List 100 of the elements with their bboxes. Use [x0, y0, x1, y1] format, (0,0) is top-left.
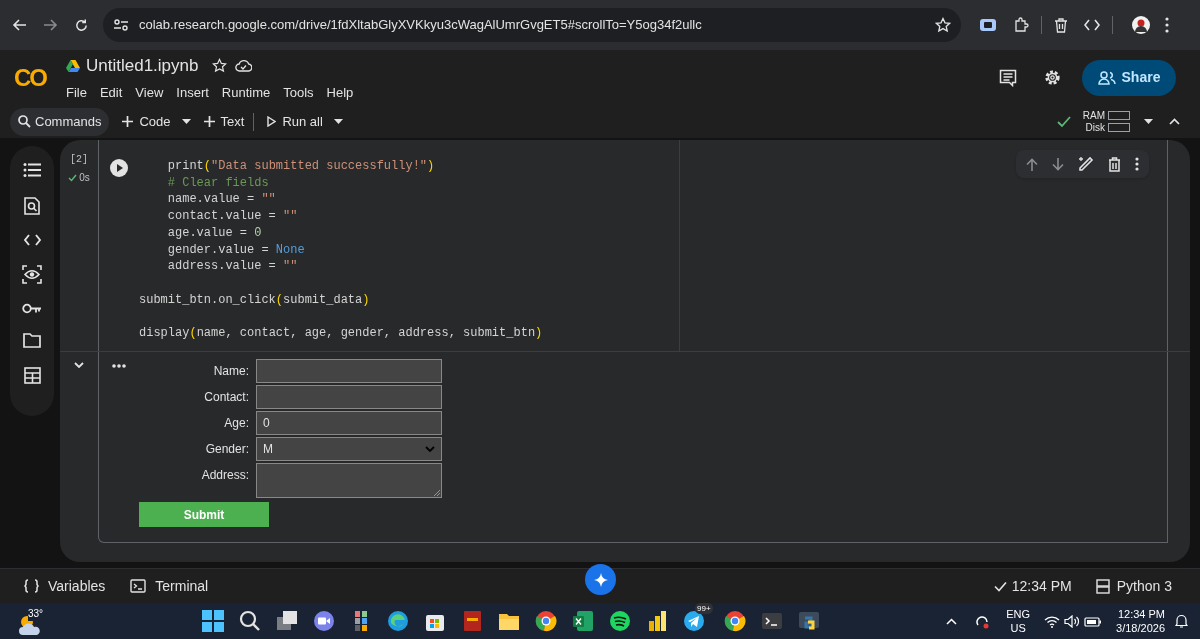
settings-icon[interactable] [1043, 68, 1062, 87]
run-cell-icon[interactable] [110, 159, 128, 177]
extensions-icon[interactable] [1013, 17, 1029, 33]
resources-meter[interactable]: RAM Disk [1082, 109, 1130, 134]
notification-bell-icon[interactable] [1175, 614, 1188, 628]
ram-label: RAM [1082, 109, 1105, 122]
variables-button[interactable]: Variables [24, 575, 106, 597]
start-icon[interactable] [202, 610, 224, 632]
field-label: Age: [223, 415, 249, 432]
url-text: colab.research.google.com/drive/1fdXltabGlyXVKkyu3cWagAlUmrGvgET5#scrollTo=Y5og34f2ullc [139, 16, 702, 35]
input-field[interactable]: 0 [256, 411, 442, 435]
back-icon[interactable] [12, 17, 28, 33]
caret-icon[interactable] [1144, 119, 1153, 124]
more-icon[interactable] [1135, 157, 1139, 171]
address-bar[interactable]: colab.research.google.com/drive/1fdXltabGlyXVKkyu3cWagAlUmrGvgET5#scrollTo=Y5og34f2ullc [103, 8, 961, 42]
field-label: Gender: [204, 441, 249, 458]
clock-time[interactable]: 12:34 PM [1117, 607, 1165, 621]
input-field[interactable] [256, 359, 442, 383]
code-snippets-icon[interactable] [23, 234, 41, 246]
execution-count: [2] [70, 153, 88, 167]
plus-icon [122, 116, 134, 127]
task-view-icon[interactable] [276, 610, 298, 632]
meet-app-icon[interactable] [313, 610, 335, 632]
play-icon [267, 116, 277, 127]
chevron-down-icon [425, 446, 435, 452]
table-icon[interactable] [23, 367, 41, 384]
execution-status-time[interactable]: 12:34 PM [1011, 575, 1072, 597]
commands-button[interactable]: Commands [10, 107, 110, 136]
caret-icon[interactable] [333, 119, 343, 124]
menu-item[interactable]: Tools [283, 82, 314, 102]
disk-label: Disk [1085, 121, 1105, 134]
output-actions-icon[interactable] [112, 364, 126, 368]
gender-dropdown[interactable]: M [256, 437, 442, 461]
bookmark-star-icon[interactable] [935, 17, 951, 33]
resize-handle-icon[interactable] [434, 490, 440, 496]
collapse-output-icon[interactable] [74, 362, 84, 368]
menu-item[interactable]: File [66, 82, 87, 102]
search-icon[interactable] [239, 610, 261, 632]
chevron-up-icon[interactable] [946, 617, 958, 625]
python-app-icon[interactable] [798, 610, 820, 632]
move-down-icon[interactable] [1052, 157, 1064, 171]
wifi-icon[interactable] [1044, 614, 1061, 628]
add-cell-button[interactable]: Text [198, 107, 250, 136]
table-of-contents-icon[interactable] [23, 162, 41, 178]
share-button[interactable]: Share [1082, 59, 1176, 96]
language-indicator[interactable]: ENG US [1006, 607, 1031, 635]
star-icon[interactable] [212, 58, 228, 74]
comment-icon[interactable] [999, 68, 1017, 87]
check-icon [68, 173, 78, 182]
profile-avatar-icon[interactable] [1131, 15, 1151, 35]
clock-date[interactable]: 3/18/2026 [1116, 621, 1165, 635]
code-line: submit_btn.on_click(submit_data) [139, 291, 370, 309]
eye-icon[interactable] [22, 265, 42, 284]
runtime-button[interactable]: Python 3 [1095, 575, 1172, 597]
cloud-saved-icon [235, 59, 253, 73]
collapse-icon[interactable] [1169, 118, 1180, 125]
terminal-app-icon[interactable] [761, 610, 783, 632]
find-icon[interactable] [24, 197, 40, 215]
sparkle-icon [593, 572, 608, 587]
magic-pencil-icon[interactable] [1078, 156, 1094, 172]
code-icon[interactable] [1084, 19, 1100, 31]
input-field[interactable] [256, 385, 442, 409]
menu-item[interactable]: Insert [176, 82, 209, 102]
notebook-title[interactable]: Untitled1.ipynb [86, 53, 199, 79]
sync-icon[interactable] [976, 613, 990, 629]
chrome-icon[interactable] [535, 610, 557, 632]
caret-icon[interactable] [181, 119, 191, 124]
screen-cast-icon[interactable] [979, 17, 997, 33]
terminal-button[interactable]: Terminal [130, 575, 209, 597]
book-icon[interactable] [461, 610, 483, 632]
menu-item[interactable]: Help [326, 82, 354, 102]
menu-item[interactable]: Runtime [221, 82, 271, 102]
battery-icon[interactable] [1084, 614, 1103, 628]
more-icon[interactable] [1165, 17, 1169, 33]
add-cell-button[interactable]: Code [117, 107, 176, 136]
field-label: Name: [212, 363, 249, 380]
chrome-icon[interactable] [724, 610, 746, 632]
spreadsheet-app-icon[interactable] [572, 610, 594, 632]
volume-icon[interactable] [1064, 614, 1081, 628]
trash-icon[interactable] [1054, 17, 1068, 33]
folder-icon[interactable] [23, 333, 41, 348]
telegram-icon[interactable] [683, 610, 705, 632]
move-up-icon[interactable] [1026, 157, 1038, 171]
site-settings-icon[interactable] [113, 18, 129, 32]
people-icon [1097, 70, 1116, 85]
plus-icon [203, 116, 215, 127]
reload-icon[interactable] [74, 17, 89, 33]
code-line: address.value = "" [166, 258, 298, 275]
execution-time: 0s [79, 171, 90, 185]
forward-icon[interactable] [42, 17, 58, 33]
address-field[interactable] [256, 463, 442, 498]
menu-item[interactable]: Edit [99, 82, 123, 102]
bar-chart-app-icon[interactable] [646, 610, 668, 632]
music-app-icon[interactable] [609, 610, 631, 632]
menu-item[interactable]: View [135, 82, 164, 102]
key-icon[interactable] [22, 303, 42, 314]
colab-logo[interactable]: CO [14, 59, 54, 96]
delete-icon[interactable] [1108, 156, 1121, 172]
edge-browser-icon[interactable] [387, 610, 409, 632]
run-all-button[interactable]: Run all [262, 107, 328, 136]
